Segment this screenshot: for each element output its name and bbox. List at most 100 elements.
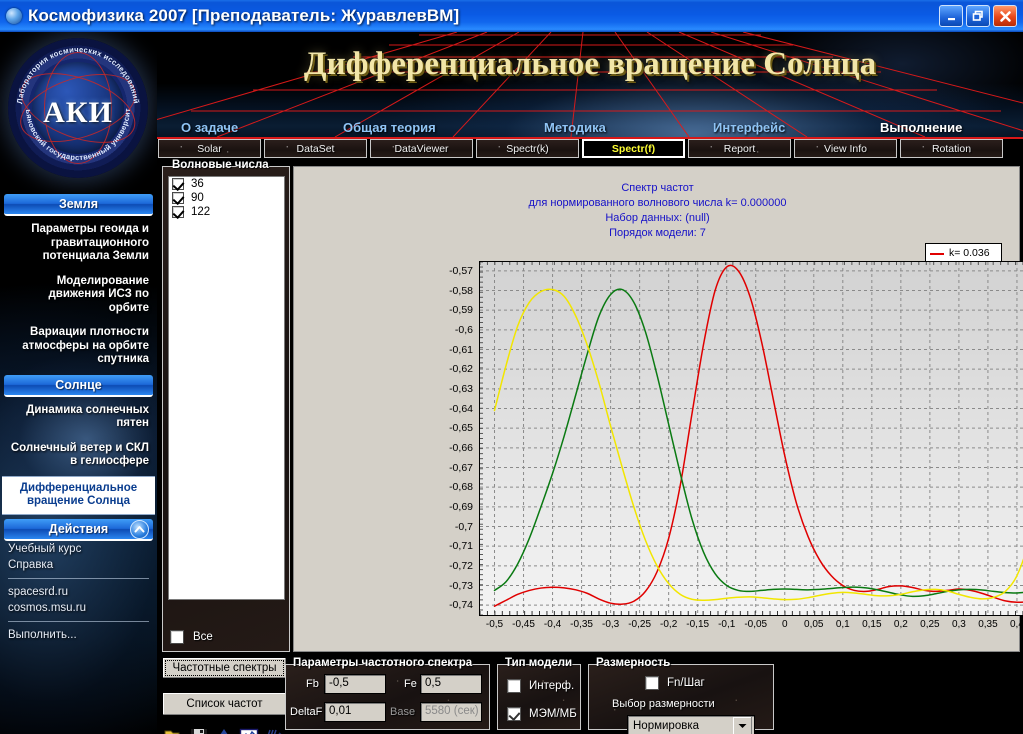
y-axis-tick: -0,66 bbox=[449, 441, 473, 454]
dimension-select-value: Нормировка bbox=[633, 720, 700, 732]
minimize-button[interactable] bbox=[939, 5, 963, 27]
deltaf-input[interactable]: 0,01 bbox=[324, 702, 386, 722]
tab-spectr-f[interactable]: Spectr(f) bbox=[582, 139, 685, 158]
sidebar-section-earth-header[interactable]: Земля bbox=[4, 194, 153, 216]
x-axis-tick: 0,25 bbox=[920, 619, 940, 630]
y-axis-tick: -0,69 bbox=[449, 500, 473, 513]
x-axis-tick: -0,25 bbox=[628, 619, 652, 630]
nav-item-execution[interactable]: Выполнение bbox=[880, 120, 962, 135]
y-axis-tick: -0,64 bbox=[449, 402, 473, 415]
chart-title: Спектр частот для нормированного волново… bbox=[294, 181, 1021, 241]
mem-checkbox-row[interactable]: МЭМ/МБ bbox=[507, 707, 577, 721]
spectrum-params-group: Параметры частотного спектра Fb -0,5 Fe … bbox=[285, 657, 490, 730]
dimension-group: Размерность Fn/Шаг Выбор размерности Нор… bbox=[588, 657, 774, 734]
sidebar-item-satellite-motion[interactable]: Моделирование движения ИСЗ по орбите bbox=[0, 268, 157, 320]
list-item[interactable]: 36 bbox=[169, 177, 284, 191]
x-axis-tick: 0,1 bbox=[835, 619, 850, 630]
x-axis-tick: -0,15 bbox=[686, 619, 710, 630]
x-axis-tick: 0,2 bbox=[893, 619, 908, 630]
y-axis-tick: -0,7 bbox=[454, 520, 473, 533]
model-type-group: Тип модели Интерф. МЭМ/МБ bbox=[497, 657, 581, 730]
open-folder-icon[interactable] bbox=[164, 727, 184, 734]
frequency-list-label: Список частот bbox=[186, 698, 263, 710]
plot-area bbox=[479, 261, 1023, 616]
x-axis-tick: 0,05 bbox=[804, 619, 824, 630]
select-all-row[interactable]: Все bbox=[170, 630, 213, 644]
nav-item-about[interactable]: О задаче bbox=[181, 120, 238, 135]
legend-label-k036: k= 0.036 bbox=[949, 247, 990, 259]
sidebar-link-course[interactable]: Учебный курс bbox=[0, 541, 157, 557]
checkbox-wave-122[interactable] bbox=[172, 206, 184, 218]
dimension-legend: Размерность bbox=[596, 657, 671, 669]
main-area: Дифференциальное вращение Солнца О задач… bbox=[157, 32, 1023, 734]
checkbox-interf[interactable] bbox=[507, 679, 521, 693]
dimension-select[interactable]: Нормировка bbox=[627, 715, 755, 734]
save-disk-icon[interactable] bbox=[189, 727, 209, 734]
export-icon[interactable] bbox=[264, 727, 284, 734]
print-icon[interactable]: A bbox=[214, 727, 234, 734]
restore-button[interactable] bbox=[966, 5, 990, 27]
sidebar-section-actions-header[interactable]: Действия bbox=[4, 518, 153, 541]
tab-view-info[interactable]: View Info bbox=[794, 139, 897, 158]
checkbox-wave-36[interactable] bbox=[172, 178, 184, 190]
fb-input[interactable]: -0,5 bbox=[324, 674, 386, 694]
chart-icon[interactable] bbox=[239, 727, 259, 734]
x-axis-tick: -0,3 bbox=[601, 619, 620, 630]
banner: Дифференциальное вращение Солнца О задач… bbox=[157, 32, 1023, 139]
wave-numbers-list[interactable]: 36 90 122 bbox=[168, 176, 285, 600]
y-axis-tick: -0,65 bbox=[449, 422, 473, 435]
fnstep-checkbox-row[interactable]: Fn/Шаг bbox=[645, 676, 705, 690]
y-axis-tick: -0,74 bbox=[449, 599, 473, 612]
x-axis-tick: 0,15 bbox=[862, 619, 882, 630]
tab-report[interactable]: Report bbox=[688, 139, 791, 158]
legend-swatch-red bbox=[930, 252, 944, 255]
y-axis-tick: -0,58 bbox=[449, 284, 473, 297]
list-item[interactable]: 90 bbox=[169, 191, 284, 205]
tab-spectr-k[interactable]: Spectr(k) bbox=[476, 139, 579, 158]
sidebar-item-solar-wind[interactable]: Солнечный ветер и СКЛ в гелиосфере bbox=[0, 435, 157, 473]
x-axis-tick: -0,05 bbox=[744, 619, 768, 630]
fnstep-label: Fn/Шаг bbox=[667, 677, 705, 689]
tab-rotation[interactable]: Rotation bbox=[900, 139, 1003, 158]
sidebar-item-differential-rotation[interactable]: Дифференциальное вращение Солнца bbox=[2, 475, 155, 515]
mem-label: МЭМ/МБ bbox=[529, 708, 577, 720]
checkbox-mem-mb[interactable] bbox=[507, 707, 521, 721]
nav-item-interface[interactable]: Интерфейс bbox=[713, 120, 785, 135]
frequency-list-button[interactable]: Список частот bbox=[162, 692, 287, 716]
tab-solar[interactable]: Solar bbox=[158, 139, 261, 158]
sidebar-item-geoid[interactable]: Параметры геоида и гравитационного потен… bbox=[0, 216, 157, 268]
deltaf-label: DeltaF bbox=[290, 706, 323, 718]
sidebar-link-help[interactable]: Справка bbox=[0, 557, 157, 573]
fb-label: Fb bbox=[306, 678, 319, 690]
checkbox-select-all[interactable] bbox=[170, 630, 184, 644]
fe-input[interactable]: 0,5 bbox=[420, 674, 482, 694]
checkbox-fn-step[interactable] bbox=[645, 676, 659, 690]
chevron-up-icon[interactable] bbox=[130, 519, 149, 539]
frequency-spectra-button[interactable]: Частотные спектры bbox=[162, 657, 287, 679]
sidebar-link-cosmos-msu[interactable]: cosmos.msu.ru bbox=[0, 600, 157, 616]
chart-title-line-2: для нормированного волнового числа k= 0.… bbox=[528, 197, 787, 209]
close-button[interactable] bbox=[993, 5, 1017, 27]
sidebar-item-sunspot-dynamics[interactable]: Динамика солнечных пятен bbox=[0, 397, 157, 435]
sidebar-link-spacesrd[interactable]: spacesrd.ru bbox=[0, 584, 157, 600]
frequency-spectra-label: Частотные спектры bbox=[165, 660, 284, 676]
checkbox-wave-90[interactable] bbox=[172, 192, 184, 204]
y-axis-tick: -0,73 bbox=[449, 579, 473, 592]
x-axis-tick: -0,2 bbox=[660, 619, 678, 630]
tab-dataviewer[interactable]: DataViewer bbox=[370, 139, 473, 158]
nav-item-methods[interactable]: Методика bbox=[544, 120, 606, 135]
sidebar-section-sun-header[interactable]: Солнце bbox=[4, 374, 153, 397]
nav-item-theory[interactable]: Общая теория bbox=[343, 120, 436, 135]
chevron-down-icon[interactable] bbox=[733, 717, 752, 734]
sidebar-link-run[interactable]: Выполнить... bbox=[0, 627, 157, 643]
chart-title-line-4: Порядок модели: 7 bbox=[609, 227, 706, 239]
sidebar-item-atmosphere-density[interactable]: Вариации плотности атмосферы на орбите с… bbox=[0, 319, 157, 371]
aki-logo-globe: АКИ Лаборатория космических исследований… bbox=[8, 38, 148, 178]
list-item[interactable]: 122 bbox=[169, 205, 284, 219]
logo-acronym: АКИ bbox=[43, 96, 113, 129]
tab-dataset[interactable]: DataSet bbox=[264, 139, 367, 158]
interf-checkbox-row[interactable]: Интерф. bbox=[507, 679, 574, 693]
window-title: Космофизика 2007 [Преподаватель: Журавле… bbox=[28, 6, 460, 25]
sidebar-divider-1 bbox=[8, 577, 149, 579]
window-titlebar: Космофизика 2007 [Преподаватель: Журавле… bbox=[0, 0, 1023, 32]
